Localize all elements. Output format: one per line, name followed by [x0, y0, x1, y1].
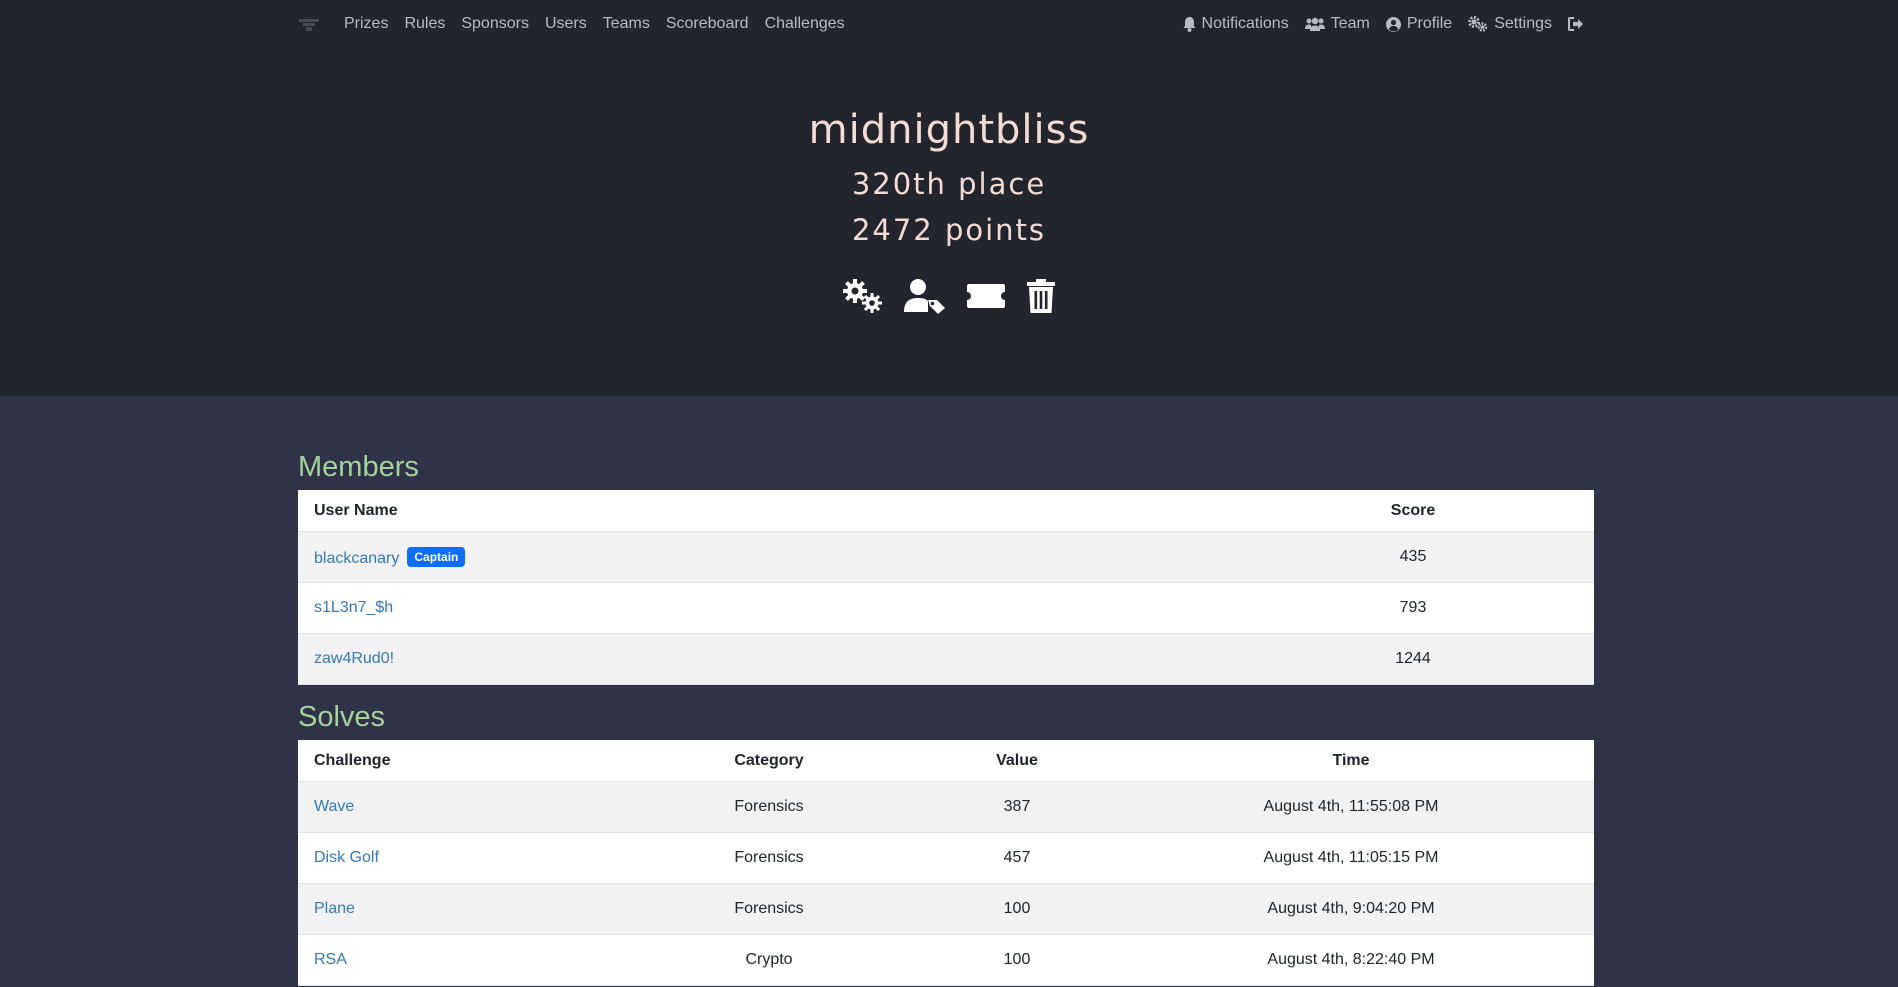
time-cell: August 4th, 9:04:20 PM	[1108, 883, 1594, 935]
category-cell: Crypto	[612, 934, 926, 986]
value-cell: 100	[926, 883, 1108, 935]
value-cell: 100	[926, 934, 1108, 986]
column-header-category: Category	[612, 740, 926, 782]
nav-link-prizes[interactable]: Prizes	[344, 15, 388, 33]
member-name-cell: s1L3n7_$h	[298, 582, 1232, 634]
table-row: Disk Golf Forensics 457 August 4th, 11:0…	[298, 832, 1594, 884]
users-icon	[1304, 17, 1325, 31]
gears-icon	[1468, 16, 1488, 32]
member-score: 793	[1232, 582, 1594, 634]
user-tag-icon	[904, 279, 945, 314]
solves-title: Solves	[298, 701, 386, 733]
team-disband-button[interactable]	[1026, 278, 1056, 314]
bell-icon	[1183, 16, 1196, 32]
navbar-left: Prizes Rules Sponsors Users Teams Scoreb…	[298, 0, 861, 48]
team-captain-button[interactable]	[904, 278, 946, 314]
challenge-cell: RSA	[298, 934, 612, 986]
nav-link-challenges[interactable]: Challenges	[765, 15, 845, 33]
team-points: 2472 points	[851, 213, 1047, 247]
logo-icon[interactable]	[298, 15, 320, 33]
member-link[interactable]: blackcanary	[314, 550, 399, 567]
category-cell: Forensics	[612, 832, 926, 884]
challenge-cell: Wave	[298, 781, 612, 833]
table-row: Plane Forensics 100 August 4th, 9:04:20 …	[298, 883, 1594, 935]
table-row: blackcanary Captain 435	[298, 531, 1594, 583]
nav-team-label: Team	[1330, 15, 1370, 32]
members-section: Members User Name Score blackcanary Capta…	[298, 450, 1594, 685]
team-jumbotron: midnightbliss 320th place 2472 points	[0, 100, 1898, 314]
member-link[interactable]: zaw4Rud0!	[314, 650, 394, 667]
page-header: Prizes Rules Sponsors Users Teams Scoreb…	[0, 0, 1898, 396]
nav-profile-label: Profile	[1406, 15, 1453, 32]
category-cell: Forensics	[612, 883, 926, 935]
nav-link-sponsors[interactable]: Sponsors	[461, 15, 529, 33]
team-name: midnightbliss	[808, 107, 1090, 153]
solves-header-row: Challenge Category Value Time	[298, 740, 1594, 782]
user-circle-icon	[1385, 16, 1401, 32]
column-header-challenge: Challenge	[298, 740, 612, 782]
navbar: Prizes Rules Sponsors Users Teams Scoreb…	[0, 0, 1898, 48]
value-cell: 387	[926, 781, 1108, 833]
member-score: 435	[1232, 531, 1594, 583]
nav-notifications[interactable]: Notifications	[1183, 15, 1289, 33]
team-actions	[0, 278, 1898, 314]
column-header-time: Time	[1108, 740, 1594, 782]
gears-icon	[843, 279, 882, 313]
captain-badge: Captain	[407, 546, 466, 567]
challenge-link[interactable]: Wave	[314, 798, 354, 815]
member-name-cell: blackcanary Captain	[298, 531, 1232, 583]
challenge-link[interactable]: Plane	[314, 900, 355, 917]
column-header-score: Score	[1232, 490, 1594, 532]
members-header-row: User Name Score	[298, 490, 1594, 532]
nav-profile[interactable]: Profile	[1385, 15, 1453, 33]
sign-out-icon	[1568, 17, 1583, 31]
solves-section: Solves Challenge Category Value Time Wav…	[298, 700, 1594, 986]
challenge-cell: Plane	[298, 883, 612, 935]
table-row: Wave Forensics 387 August 4th, 11:55:08 …	[298, 781, 1594, 833]
ticket-icon	[967, 284, 1005, 308]
logout-button[interactable]	[1568, 17, 1584, 31]
members-title: Members	[298, 451, 419, 483]
navbar-right: Notifications Team Profile Settings	[1167, 0, 1584, 48]
solves-table: Challenge Category Value Time Wave Foren…	[298, 740, 1594, 986]
team-settings-button[interactable]	[842, 278, 884, 314]
team-place: 320th place	[851, 167, 1047, 201]
time-cell: August 4th, 11:05:15 PM	[1108, 832, 1594, 884]
table-row: zaw4Rud0! 1244	[298, 633, 1594, 685]
time-cell: August 4th, 11:55:08 PM	[1108, 781, 1594, 833]
members-table: User Name Score blackcanary Captain 435 s…	[298, 490, 1594, 685]
member-name-cell: zaw4Rud0!	[298, 633, 1232, 685]
member-score: 1244	[1232, 633, 1594, 685]
member-link[interactable]: s1L3n7_$h	[314, 599, 393, 616]
trash-icon	[1027, 279, 1055, 313]
nav-link-rules[interactable]: Rules	[404, 15, 445, 33]
nav-link-scoreboard[interactable]: Scoreboard	[666, 15, 749, 33]
challenge-link[interactable]: RSA	[314, 951, 347, 968]
challenge-cell: Disk Golf	[298, 832, 612, 884]
column-header-user-name: User Name	[298, 490, 1232, 532]
nav-link-teams[interactable]: Teams	[603, 15, 650, 33]
nav-team[interactable]: Team	[1304, 15, 1370, 33]
nav-settings[interactable]: Settings	[1468, 15, 1552, 33]
team-invite-button[interactable]	[966, 282, 1006, 310]
column-header-value: Value	[926, 740, 1108, 782]
category-cell: Forensics	[612, 781, 926, 833]
challenge-link[interactable]: Disk Golf	[314, 849, 379, 866]
nav-notifications-label: Notifications	[1201, 15, 1289, 32]
table-row: s1L3n7_$h 793	[298, 582, 1594, 634]
nav-settings-label: Settings	[1494, 15, 1552, 32]
value-cell: 457	[926, 832, 1108, 884]
time-cell: August 4th, 8:22:40 PM	[1108, 934, 1594, 986]
nav-link-users[interactable]: Users	[545, 15, 587, 33]
table-row: RSA Crypto 100 August 4th, 8:22:40 PM	[298, 934, 1594, 986]
